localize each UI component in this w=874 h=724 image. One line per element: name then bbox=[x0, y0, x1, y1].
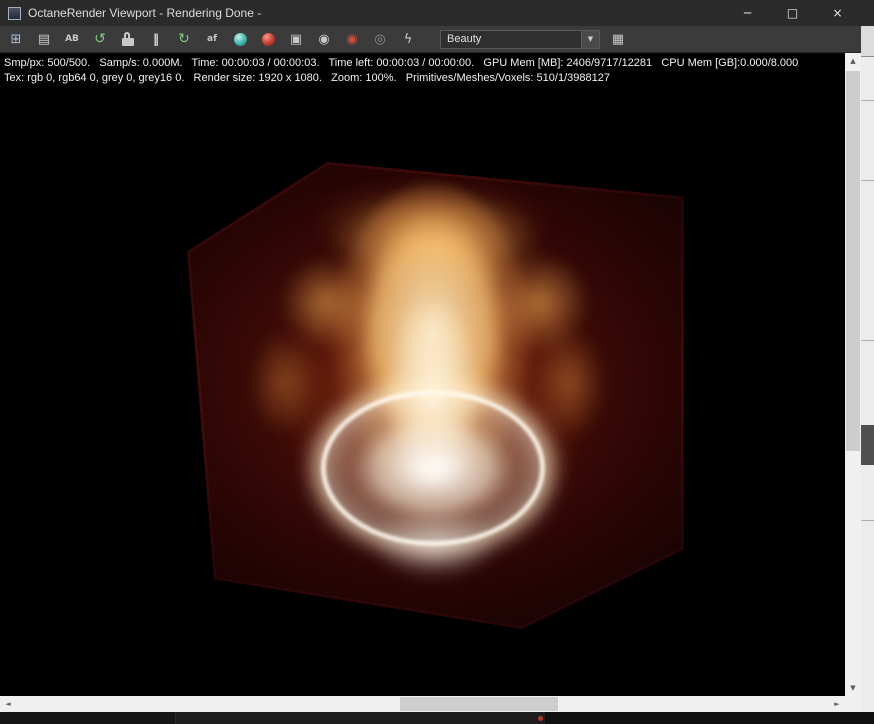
right-panel-sliver bbox=[861, 26, 874, 712]
lock-icon[interactable] bbox=[118, 29, 138, 49]
render-stats-line2: Tex: rgb 0, rgb64 0, grey 0, grey16 0. R… bbox=[4, 72, 610, 84]
film-camera-icon[interactable]: ◎ bbox=[370, 29, 390, 49]
window-title: OctaneRender Viewport - Rendering Done - bbox=[28, 6, 262, 20]
render-passes-icon[interactable]: ▦ bbox=[608, 29, 628, 49]
horizontal-scrollbar[interactable]: ◄ ► bbox=[0, 696, 845, 712]
white-balance-ball bbox=[233, 32, 247, 46]
toolbar: ⊞ ▤ AB ↺ ‖ ↻ af ▣ ◉ ◉ ◎ ϟ Beauty ▼ ▦ bbox=[0, 26, 861, 53]
panel-divider bbox=[861, 520, 874, 521]
scroll-left-arrow[interactable]: ◄ bbox=[0, 696, 16, 712]
ab-compare-icon[interactable]: AB bbox=[62, 29, 82, 49]
close-button[interactable]: × bbox=[815, 0, 860, 26]
panel-divider bbox=[861, 340, 874, 341]
panel-divider bbox=[861, 180, 874, 181]
material-picker-ball bbox=[261, 32, 275, 46]
vertical-scrollbar[interactable]: ▲ ▼ bbox=[845, 53, 861, 696]
render-region-icon[interactable]: ◉ bbox=[342, 29, 362, 49]
minimize-button[interactable]: ─ bbox=[725, 0, 770, 26]
viewport-fit-icon[interactable]: ⊞ bbox=[6, 29, 26, 49]
fire-skirt bbox=[350, 493, 520, 593]
window-controls: ─ □ × bbox=[725, 0, 860, 26]
red-dot-indicator bbox=[538, 716, 543, 721]
render-stats-line1: Smp/px: 500/500. Samp/s: 0.000M. Time: 0… bbox=[4, 57, 799, 69]
flame-blob bbox=[235, 308, 335, 458]
copy-image-icon[interactable]: ▤ bbox=[34, 29, 54, 49]
bottom-strip-segment bbox=[176, 712, 545, 724]
lock-shape bbox=[122, 32, 134, 46]
render-priority-icon[interactable]: ϟ bbox=[398, 29, 418, 49]
camera-icon[interactable]: ◉ bbox=[314, 29, 334, 49]
chevron-down-icon: ▼ bbox=[581, 30, 599, 48]
maximize-button[interactable]: □ bbox=[770, 0, 815, 26]
autofocus-picker-icon[interactable]: af bbox=[202, 29, 222, 49]
right-panel-top bbox=[861, 26, 874, 57]
material-picker-icon[interactable] bbox=[258, 29, 278, 49]
render-statistics: Smp/px: 500/500. Samp/s: 0.000M. Time: 0… bbox=[4, 56, 798, 86]
panel-divider bbox=[861, 100, 874, 101]
white-balance-picker-icon[interactable] bbox=[230, 29, 250, 49]
panel-dark-block bbox=[861, 425, 874, 465]
render-pass-dropdown[interactable]: Beauty ▼ bbox=[440, 29, 600, 49]
bottom-strip-segment bbox=[0, 712, 176, 724]
refresh-render-icon[interactable]: ↻ bbox=[174, 29, 194, 49]
horizontal-scrollbar-thumb[interactable] bbox=[400, 697, 558, 711]
restart-render-icon[interactable]: ↺ bbox=[90, 29, 110, 49]
scroll-right-arrow[interactable]: ► bbox=[829, 696, 845, 712]
scroll-up-arrow[interactable]: ▲ bbox=[845, 53, 861, 69]
scroll-down-arrow[interactable]: ▼ bbox=[845, 680, 861, 696]
app-icon bbox=[8, 6, 21, 20]
title-bar: OctaneRender Viewport - Rendering Done -… bbox=[0, 0, 874, 26]
bottom-panel-strip bbox=[0, 712, 874, 724]
render-pass-value: Beauty bbox=[447, 33, 482, 45]
pause-render-icon[interactable]: ‖ bbox=[146, 29, 166, 49]
vertical-scrollbar-thumb[interactable] bbox=[846, 71, 860, 451]
render-viewport[interactable]: Smp/px: 500/500. Samp/s: 0.000M. Time: 0… bbox=[0, 53, 845, 696]
object-picker-icon[interactable]: ▣ bbox=[286, 29, 306, 49]
scrollbar-corner bbox=[845, 696, 861, 712]
octane-render-viewport-window: OctaneRender Viewport - Rendering Done -… bbox=[0, 0, 874, 724]
